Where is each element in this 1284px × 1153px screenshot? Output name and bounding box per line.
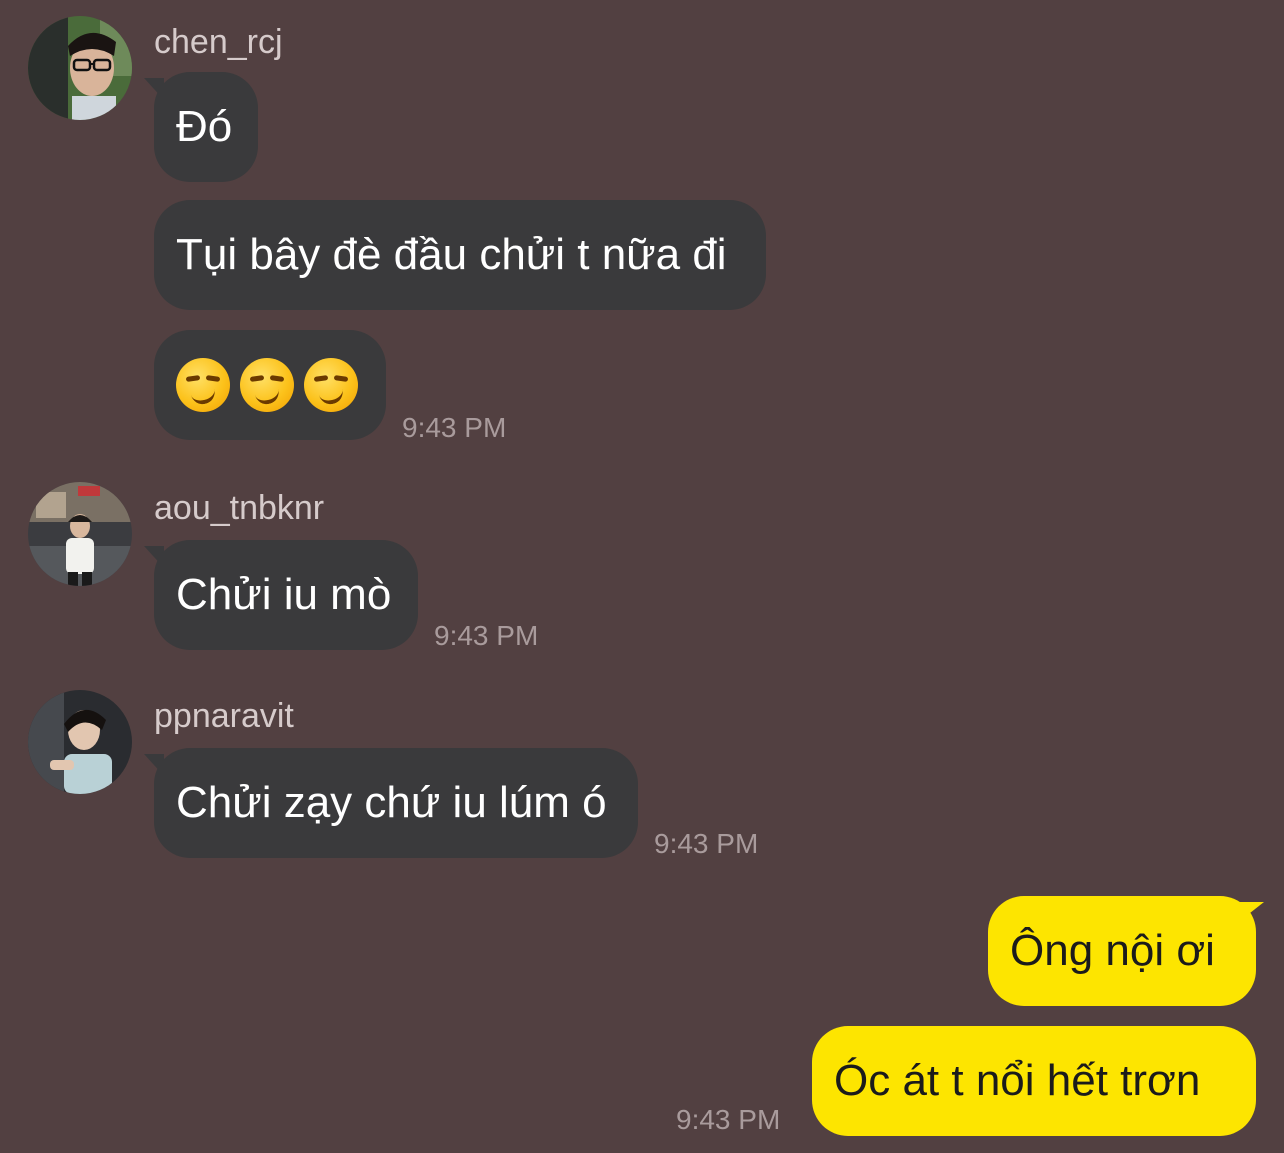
message-bubble[interactable]: Đó: [154, 72, 258, 182]
message-text: Chửi zạy chứ iu lúm ó: [176, 778, 607, 827]
sender-name: ppnaravit: [154, 697, 294, 735]
message-bubble[interactable]: Chửi zạy chứ iu lúm ó: [154, 748, 638, 858]
my-message-bubble[interactable]: Ông nội ơi: [988, 896, 1256, 1006]
message-timestamp: 9:43 PM: [676, 1104, 781, 1135]
smirking-face-icon: [304, 358, 358, 412]
message-bubble[interactable]: Chửi iu mò: [154, 540, 418, 650]
avatar-ppnaravit[interactable]: [28, 690, 132, 794]
message-timestamp: 9:43 PM: [434, 620, 539, 651]
message-text: Ông nội ơi: [1010, 926, 1215, 975]
avatar-aou-tnbknr[interactable]: [28, 482, 132, 586]
message-text: Óc át t nổi hết trơn: [834, 1056, 1201, 1105]
sender-name: chen_rcj: [154, 23, 283, 61]
message-text: Đó: [176, 102, 233, 151]
smirking-face-icon: [240, 358, 294, 412]
emoji-message-bubble[interactable]: [154, 330, 386, 440]
message-timestamp: 9:43 PM: [654, 828, 759, 859]
avatar-chen-rcj[interactable]: [28, 16, 132, 120]
smirking-face-icon: [176, 358, 230, 412]
emoji-row: [176, 330, 364, 440]
sender-name: aou_tnbknr: [154, 489, 325, 527]
message-text: Chửi iu mò: [176, 570, 392, 619]
my-message-bubble[interactable]: Óc át t nổi hết trơn: [812, 1026, 1256, 1136]
message-text: Tụi bây đè đầu chửi t nữa đi: [176, 230, 727, 279]
message-timestamp: 9:43 PM: [402, 412, 507, 443]
message-bubble[interactable]: Tụi bây đè đầu chửi t nữa đi: [154, 200, 766, 310]
